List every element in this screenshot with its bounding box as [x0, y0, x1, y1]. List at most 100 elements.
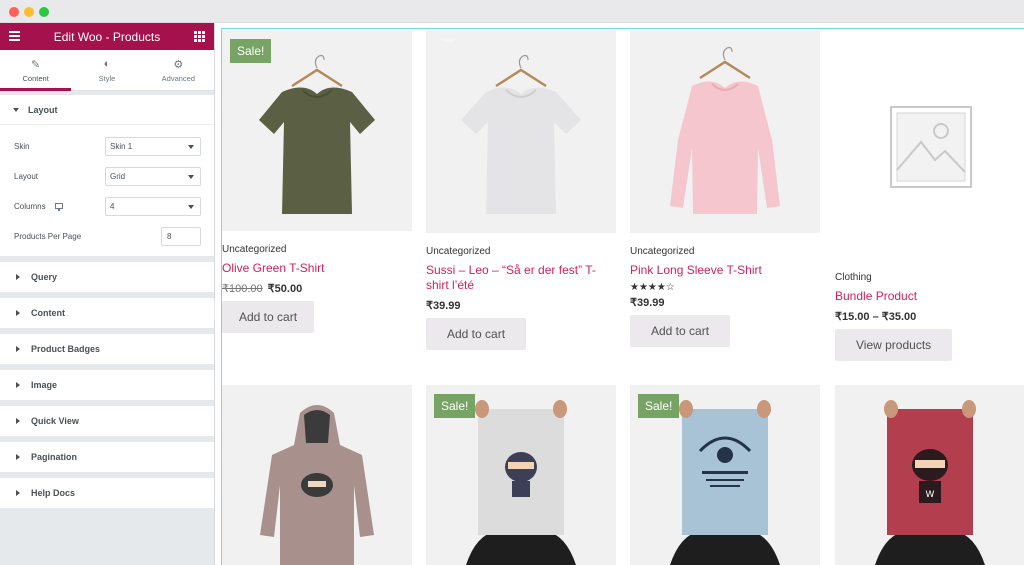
product-category: Uncategorized [630, 246, 695, 257]
image-placeholder-icon [890, 106, 972, 188]
caret-right-icon [16, 418, 20, 424]
product-card: Uncategorized Pink Long Sleeve T-Shirt ★… [630, 30, 820, 347]
tab-content-label: Content [22, 73, 49, 83]
section-label: Quick View [31, 416, 79, 426]
per-page-value: 8 [167, 231, 172, 241]
sale-badge: Sale! [434, 394, 476, 418]
product-card [222, 385, 412, 565]
window-titlebar [0, 0, 1024, 23]
columns-select[interactable]: 4 [105, 196, 201, 216]
section-quick-view[interactable]: Quick View [0, 406, 214, 436]
current-price: ₹39.99 [630, 297, 665, 309]
section-label: Pagination [31, 452, 78, 462]
add-to-cart-button[interactable]: Add to cart [426, 318, 527, 350]
minimize-window-button[interactable] [24, 7, 34, 17]
view-products-button[interactable]: View products [835, 329, 953, 361]
panel-title: Edit Woo - Products [53, 29, 161, 44]
product-card: Clothing Bundle Product ₹15.00 – ₹35.00 … [835, 30, 1024, 361]
section-image[interactable]: Image [0, 370, 214, 400]
star-rating: ★★★★☆ [630, 282, 675, 293]
tab-style-label: Style [98, 73, 116, 83]
product-image[interactable]: Sale! [630, 385, 820, 565]
gear-icon: ⚙ [173, 58, 184, 71]
section-label: Help Docs [31, 488, 76, 498]
product-image[interactable] [835, 30, 1024, 260]
per-page-control: Products Per Page 8 [0, 221, 214, 251]
layout-section-header[interactable]: Layout [0, 95, 214, 125]
half-circle-icon: ◐ [103, 57, 111, 70]
product-title-link[interactable]: Sussi – Leo – “Så er der fest” T-shirt l… [426, 263, 616, 293]
layout-value: Grid [110, 171, 126, 181]
current-price: ₹15.00 – ₹35.00 [835, 311, 917, 323]
product-category: Clothing [835, 272, 872, 283]
layout-section: Layout Skin Skin 1 Layout Grid Columns 4 [0, 95, 214, 256]
white-tshirt-image [461, 54, 581, 214]
close-window-button[interactable] [9, 7, 19, 17]
panel-header: Edit Woo - Products [0, 23, 214, 50]
caret-down-icon [13, 107, 19, 112]
red-ninja-poster-image: W [875, 400, 985, 565]
tab-advanced[interactable]: ⚙ Advanced [143, 50, 214, 90]
tab-style[interactable]: ◐ Style [71, 50, 142, 90]
product-image[interactable]: Sale! [222, 30, 412, 231]
section-content[interactable]: Content [0, 298, 214, 328]
product-card: W [835, 385, 1024, 565]
widgets-grid-icon[interactable] [194, 31, 205, 42]
product-title-link[interactable]: Pink Long Sleeve T-Shirt [630, 263, 820, 278]
section-pagination[interactable]: Pagination [0, 442, 214, 472]
layout-control: Layout Grid [0, 161, 214, 191]
product-card: Sale! Uncategorized Sussi – Leo – “Så er… [426, 30, 616, 350]
per-page-input[interactable]: 8 [161, 226, 201, 246]
pink-sweatshirt-image [670, 46, 780, 214]
tab-content[interactable]: ✎ Content [0, 50, 72, 91]
product-title-link[interactable]: Olive Green T-Shirt [222, 261, 412, 276]
product-price: ₹100.00 ₹50.00 [222, 282, 412, 295]
caret-right-icon [16, 346, 20, 352]
product-image[interactable] [222, 385, 412, 565]
product-image[interactable]: Sale! [426, 385, 616, 565]
caret-right-icon [16, 274, 20, 280]
page-preview: Sale! Uncategorized Olive Green T-Shirt … [215, 23, 1024, 565]
product-image[interactable]: Sale! [426, 30, 616, 233]
maximize-window-button[interactable] [39, 7, 49, 17]
pencil-icon: ✎ [31, 58, 41, 71]
section-help-docs[interactable]: Help Docs [0, 478, 214, 508]
add-to-cart-button[interactable]: Add to cart [630, 315, 731, 347]
chevron-down-icon [188, 204, 194, 209]
product-title-link[interactable]: Bundle Product [835, 289, 1024, 304]
product-image[interactable]: W [835, 385, 1024, 565]
section-product-badges[interactable]: Product Badges [0, 334, 214, 364]
editor-panel: Edit Woo - Products ✎ Content ◐ Style ⚙ … [0, 23, 215, 565]
hamburger-menu-icon[interactable] [9, 31, 20, 41]
section-label: Query [31, 272, 58, 282]
sale-badge: Sale! [230, 39, 272, 63]
skin-value: Skin 1 [110, 141, 133, 151]
current-price: ₹50.00 [267, 283, 303, 295]
product-category: Uncategorized [426, 246, 491, 257]
skin-select[interactable]: Skin 1 [105, 136, 201, 156]
product-card: Sale! [630, 385, 820, 565]
section-query[interactable]: Query [0, 262, 214, 292]
desktop-monitor-icon[interactable] [54, 203, 63, 211]
caret-right-icon [16, 490, 20, 496]
columns-label: Columns [14, 201, 46, 211]
product-price: ₹39.99 [426, 299, 616, 312]
chevron-down-icon [188, 174, 194, 179]
product-price: ₹39.99 [630, 296, 820, 309]
sale-badge: Sale! [441, 38, 455, 44]
tab-advanced-label: Advanced [161, 73, 195, 83]
add-to-cart-button[interactable]: Add to cart [222, 301, 315, 333]
caret-right-icon [16, 454, 20, 460]
sale-badge: Sale! [638, 394, 680, 418]
old-price: ₹100.00 [222, 283, 263, 295]
columns-value: 4 [110, 201, 115, 211]
chevron-down-icon [188, 144, 194, 149]
svg-text:W: W [926, 490, 935, 500]
layout-section-title: Layout [28, 104, 58, 115]
product-image[interactable] [630, 30, 820, 233]
caret-right-icon [16, 382, 20, 388]
product-card: Sale! [426, 385, 616, 565]
columns-control: Columns 4 [0, 191, 214, 221]
hoodie-image [260, 405, 374, 565]
layout-select[interactable]: Grid [105, 166, 201, 186]
